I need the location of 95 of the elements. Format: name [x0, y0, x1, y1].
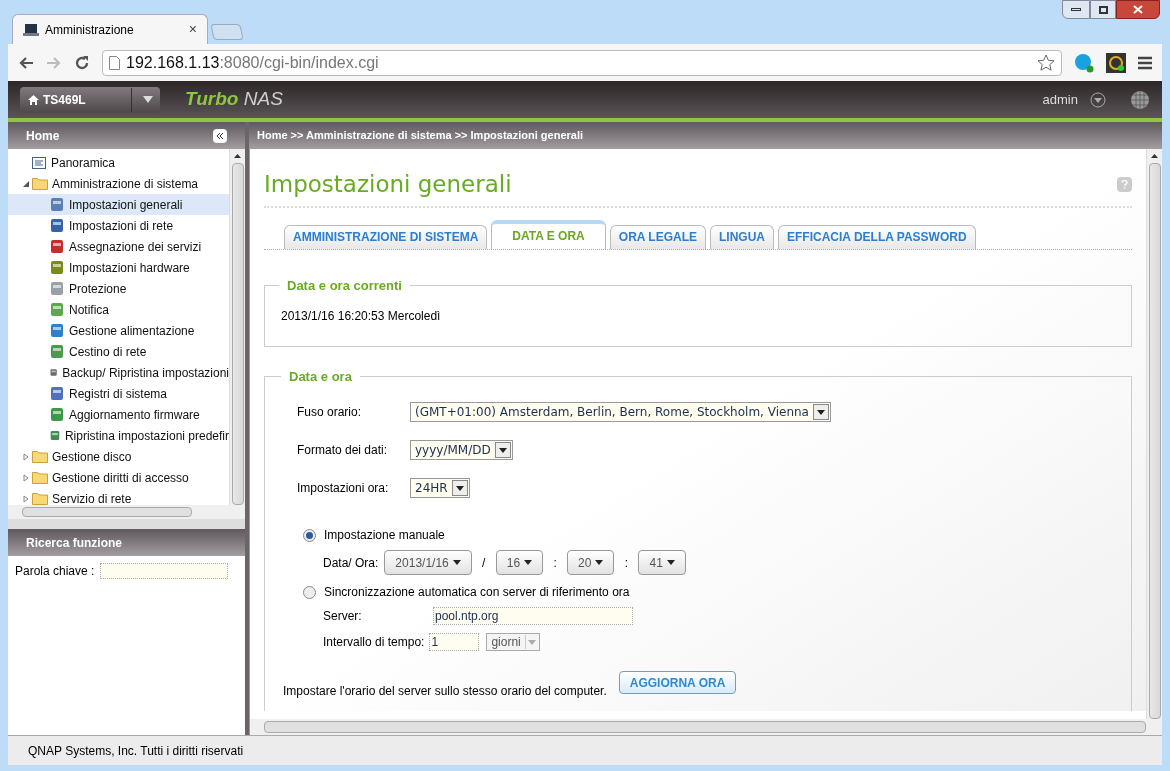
- laptop-icon: [23, 23, 39, 36]
- tab[interactable]: LINGUA: [710, 224, 775, 249]
- radio-button[interactable]: [303, 528, 316, 542]
- footer-bar: QNAP Systems, Inc. Tutti i diritti riservati: [8, 735, 1162, 765]
- tree-item[interactable]: Amministrazione di sistema: [8, 173, 229, 194]
- caret-icon: [143, 96, 153, 103]
- star-icon[interactable]: [1037, 53, 1055, 72]
- collapsed-arrow-icon[interactable]: [22, 452, 30, 461]
- scroll-up-arrow-icon[interactable]: [234, 154, 241, 158]
- close-icon: [1133, 5, 1143, 14]
- back-icon[interactable]: [18, 55, 34, 70]
- tree-item[interactable]: Protezione: [8, 278, 229, 299]
- caret-icon: [595, 560, 604, 565]
- double-chevron-icon: [216, 131, 224, 140]
- tree-item[interactable]: Gestione diritti di accesso: [8, 467, 229, 488]
- folder-icon: [32, 450, 48, 463]
- user-name[interactable]: admin: [1042, 89, 1078, 110]
- tree-item[interactable]: Cestino di rete: [8, 341, 229, 362]
- caret-icon: [455, 485, 464, 491]
- tab[interactable]: ORA LEGALE: [609, 224, 707, 249]
- select-field[interactable]: yyyy/MM/DD: [410, 440, 513, 460]
- hint-text: Impostare l'orario del server sullo stesso orario del computer.: [283, 683, 607, 700]
- collapse-button[interactable]: [213, 128, 227, 143]
- app-icon: [50, 239, 64, 254]
- skype-extension-icon[interactable]: [1074, 52, 1094, 73]
- time-dropdown[interactable]: 41: [638, 550, 686, 575]
- select-field[interactable]: 24HR: [410, 478, 470, 498]
- app-icon: [50, 281, 64, 296]
- app-icon: [50, 386, 64, 401]
- app-icon: [50, 302, 64, 317]
- app-icon: [50, 344, 64, 359]
- app-icon: [50, 407, 64, 422]
- tree-item[interactable]: Impostazioni generali: [8, 194, 229, 215]
- app-icon: [50, 323, 64, 338]
- select-field[interactable]: (GMT+01:00) Amsterdam, Berlin, Bern, Rome, Stockholm, Vienna: [410, 402, 831, 422]
- app-icon: [50, 428, 60, 443]
- tree-item[interactable]: Impostazioni hardware: [8, 257, 229, 278]
- browser-tab[interactable]: Amministrazione ×: [12, 14, 208, 44]
- menu-icon[interactable]: [1138, 55, 1152, 70]
- globe-icon[interactable]: [1130, 89, 1150, 110]
- device-menu[interactable]: TS469L: [20, 86, 160, 113]
- tree-item[interactable]: Registri di sistema: [8, 383, 229, 404]
- caret-icon: [816, 409, 825, 415]
- tree-item[interactable]: Panoramica: [8, 152, 229, 173]
- tree-item[interactable]: Gestione alimentazione: [8, 320, 229, 341]
- scrollbar[interactable]: [1146, 149, 1162, 719]
- folder-icon: [32, 177, 48, 190]
- tree-item[interactable]: Notifica: [8, 299, 229, 320]
- sidebar-header: Home: [8, 122, 245, 149]
- caret-icon: [452, 560, 461, 565]
- app-icon: [50, 218, 64, 233]
- time-dropdown[interactable]: 20: [567, 550, 615, 575]
- app-icon: [50, 260, 64, 275]
- folder-icon: [32, 471, 48, 484]
- keyword-label: Parola chiave :: [15, 563, 95, 580]
- scrollbar[interactable]: [229, 149, 245, 505]
- horizontal-scrollbar[interactable]: [8, 505, 245, 519]
- minimize-button[interactable]: [1062, 0, 1090, 19]
- tree-item[interactable]: Impostazioni di rete: [8, 215, 229, 236]
- tab[interactable]: EFFICACIA DELLA PASSWORD: [778, 224, 976, 249]
- close-tab-button[interactable]: ×: [188, 19, 197, 40]
- expanded-arrow-icon[interactable]: [22, 179, 30, 188]
- time-dropdown[interactable]: 16: [495, 550, 544, 575]
- reload-icon[interactable]: [74, 54, 90, 71]
- page-title: Impostazioni generali: [264, 170, 513, 199]
- scroll-up-arrow-icon[interactable]: [1151, 154, 1158, 158]
- keyword-field[interactable]: [100, 563, 229, 579]
- tree-item[interactable]: Ripristina impostazioni predefir: [8, 425, 229, 446]
- caret-icon: [666, 560, 675, 565]
- collapsed-arrow-icon[interactable]: [22, 473, 30, 482]
- dropdown-icon[interactable]: [1090, 91, 1106, 108]
- panel-header: Ricerca funzione: [8, 529, 245, 556]
- tree-item[interactable]: Servizio di rete: [8, 488, 229, 505]
- time-dropdown[interactable]: 2013/1/16: [384, 550, 472, 575]
- tree-item[interactable]: Backup/ Ripristina impostazioni: [8, 362, 229, 383]
- caret-icon: [524, 560, 533, 565]
- tree-item[interactable]: Aggiornamento firmware: [8, 404, 229, 425]
- collapsed-arrow-icon[interactable]: [22, 494, 30, 503]
- maximize-button[interactable]: [1090, 0, 1116, 19]
- page-icon: [109, 55, 120, 70]
- tree-item[interactable]: Assegnazione dei servizi: [8, 236, 229, 257]
- horizontal-scrollbar[interactable]: [249, 719, 1162, 735]
- address-bar[interactable]: 192.168.1.13:8080/cgi-bin/index.cgi: [102, 49, 1062, 76]
- caret-icon: [498, 447, 507, 453]
- check-extension-icon[interactable]: [1106, 52, 1126, 73]
- home-icon: [28, 94, 39, 105]
- close-button[interactable]: [1116, 0, 1160, 19]
- breadcrumb-bar: Home >> Amministrazione di sistema >> Impostazioni generali: [249, 122, 1162, 149]
- tree-item[interactable]: Gestione disco: [8, 446, 229, 467]
- brand-logo: Turbo NAS: [185, 87, 283, 112]
- caret-icon: [528, 639, 537, 645]
- list-icon: [32, 156, 46, 169]
- current-datetime: 2013/1/16 16:20:53 Mercoledì: [281, 308, 442, 325]
- tab[interactable]: AMMINISTRAZIONE DI SISTEMA: [284, 224, 488, 249]
- app-icon: [50, 197, 64, 212]
